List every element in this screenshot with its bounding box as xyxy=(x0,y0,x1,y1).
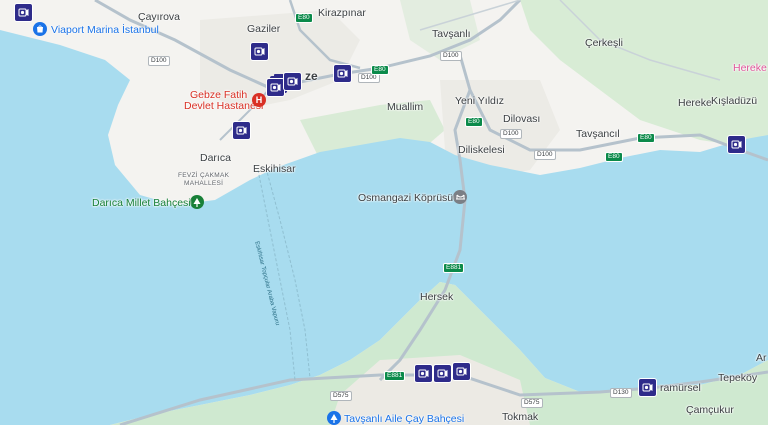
place-hersek: Hersek xyxy=(420,291,454,303)
poi-darica-park-label[interactable]: Darıca Millet Bahçesi xyxy=(92,197,191,209)
road-shield-d575: D575 xyxy=(521,398,543,408)
road-shield-d100: D100 xyxy=(534,150,556,160)
place-cayirova: Çayırova xyxy=(138,11,181,23)
road-shield-d130: D130 xyxy=(610,388,632,398)
place-darica: Darıca xyxy=(200,152,231,164)
poi-tavsanli-park-label[interactable]: Tavşanlı Aile Çay Bahçesi xyxy=(344,413,464,425)
road-shield-e80: E80 xyxy=(465,117,483,127)
speed-camera-icon[interactable] xyxy=(250,42,269,61)
road-shield-d100: D100 xyxy=(148,56,170,66)
place-cerkesli: Çerkeşli xyxy=(585,37,623,49)
speed-camera-icon[interactable] xyxy=(333,64,352,83)
place-tavsancil: Tavşancıl xyxy=(576,128,620,140)
road-shield-e80: E80 xyxy=(637,133,655,143)
place-karamursel: ramürsel xyxy=(660,382,701,394)
poi-viaport-label[interactable]: Viaport Marina İstanbul xyxy=(51,24,159,36)
poi-bridge-label[interactable]: Osmangazi Köprüsü xyxy=(358,192,453,204)
place-fevzi-cakmak: FEVZİ ÇAKMAK MAHALLESİ xyxy=(178,172,230,187)
bridge-icon[interactable] xyxy=(453,190,467,204)
speed-camera-icon[interactable] xyxy=(638,378,657,397)
hospital-icon[interactable]: H xyxy=(252,93,266,107)
shopping-bag-icon[interactable] xyxy=(33,22,47,36)
speed-camera-icon[interactable] xyxy=(14,3,33,22)
map-canvas[interactable]: Çayırova Gaziler Kirazpınar Tavşanlı Çer… xyxy=(0,0,768,425)
place-ar: Ar xyxy=(756,352,767,364)
place-kirazpinar: Kirazpınar xyxy=(318,7,366,19)
road-shield-d575: D575 xyxy=(330,391,352,401)
road-shield-d100: D100 xyxy=(440,51,462,61)
place-muallim: Muallim xyxy=(387,101,424,113)
place-diliskelesi: Diliskelesi xyxy=(458,144,505,156)
speed-camera-icon[interactable] xyxy=(232,121,251,140)
speed-camera-icon[interactable] xyxy=(433,364,452,383)
road-shield-e881: E881 xyxy=(443,263,465,273)
place-hereke: Hereke xyxy=(678,97,712,109)
place-dilovasi: Dilovası xyxy=(503,113,541,125)
speed-camera-icon[interactable] xyxy=(414,364,433,383)
place-camcukur: Çamçukur xyxy=(686,404,734,416)
place-eskihisar: Eskihisar xyxy=(253,163,296,175)
road-shield-e80: E80 xyxy=(605,152,623,162)
road-shield-e881: E881 xyxy=(384,371,406,381)
speed-camera-icon[interactable] xyxy=(283,72,302,91)
place-gaziler: Gaziler xyxy=(247,23,281,35)
park-tree-icon[interactable] xyxy=(190,195,204,209)
place-hereke-top: Hereke xyxy=(733,62,767,74)
park-tree-icon[interactable] xyxy=(327,411,341,425)
speed-camera-icon[interactable] xyxy=(727,135,746,154)
place-gebze: ze xyxy=(305,69,318,83)
road-shield-e80: E80 xyxy=(371,65,389,75)
map-base-layer xyxy=(0,0,768,425)
road-shield-d100: D100 xyxy=(500,129,522,139)
road-shield-e80: E80 xyxy=(295,13,313,23)
place-tokmak: Tokmak xyxy=(502,411,539,423)
place-yeni-yildiz: Yeni Yıldız xyxy=(455,95,505,107)
place-tepekoy: Tepeköy xyxy=(718,372,758,384)
place-tavsanli: Tavşanlı xyxy=(432,28,471,40)
place-kisladuzu: Kışladüzü xyxy=(711,95,758,107)
speed-camera-icon[interactable] xyxy=(452,362,471,381)
